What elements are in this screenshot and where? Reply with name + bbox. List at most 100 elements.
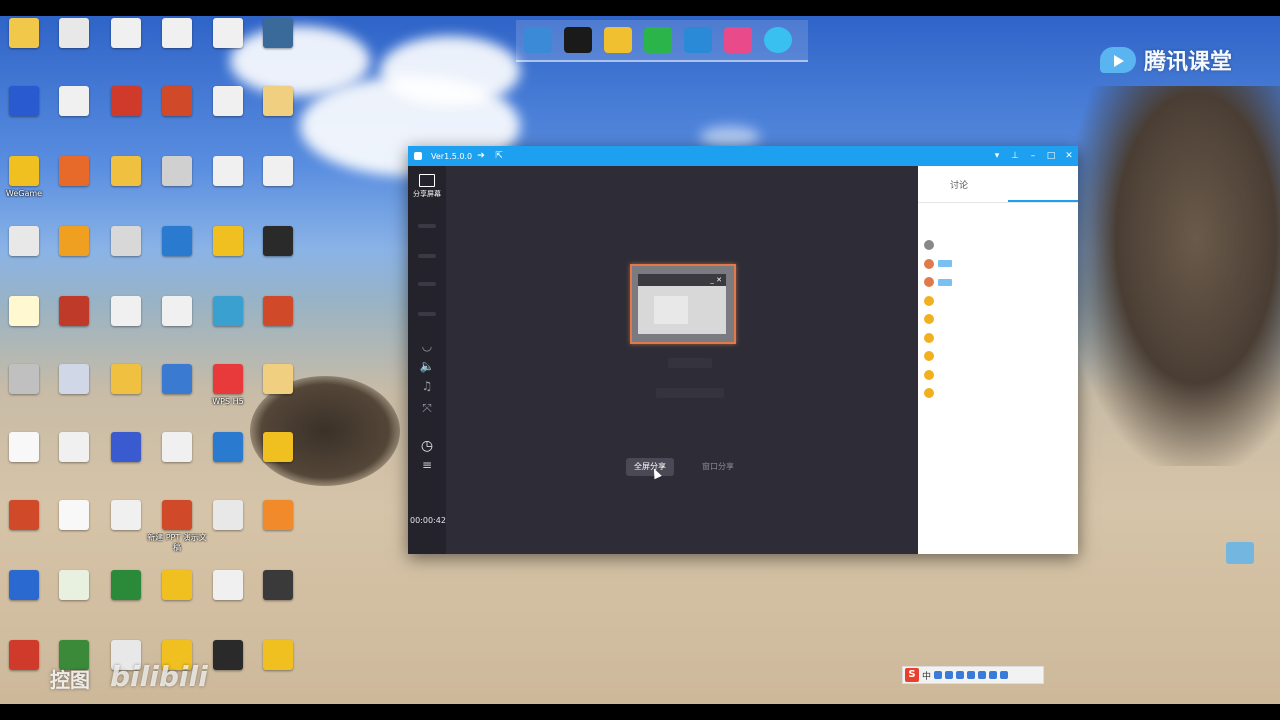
avatar [924,295,934,306]
desktop-icon[interactable] [246,500,310,566]
app-icon [9,432,39,462]
share-screen-icon [419,174,435,187]
settings-icon[interactable] [1000,671,1009,679]
music-icon[interactable]: ♫ [417,376,437,396]
list-item[interactable] [924,366,1074,385]
window-share-button[interactable]: 窗口分享 [694,458,742,476]
fullscreen-share-button[interactable]: 全屏分享 [626,458,674,476]
desktop-icon[interactable] [246,156,310,222]
tab-discussion[interactable]: 讨论 [950,178,968,191]
desktop-icon[interactable] [246,296,310,362]
list-item[interactable] [924,292,1074,311]
computer-icon[interactable] [524,27,552,53]
app-icon [213,640,243,670]
quick-launch-toolbar [516,20,808,62]
app-icon [263,296,293,326]
app-icon [213,226,243,256]
desktop-icon[interactable] [246,18,310,84]
app-icon [111,500,141,530]
browser-icon[interactable] [684,27,712,53]
app-icon [9,364,39,394]
keyboard-icon[interactable] [967,671,976,679]
brand-name: 腾讯课堂 [1144,50,1233,75]
ime-toolbar: S 中 [902,666,1044,684]
app-icon [59,364,89,394]
app-icon [59,432,89,462]
sogou-logo-icon[interactable]: S [905,668,919,682]
chat-tabs: 讨论 [918,166,1078,203]
pin-icon[interactable]: ⊥ [1006,151,1024,161]
list-item[interactable] [924,384,1074,403]
expand-icon[interactable]: ⤧ [417,398,437,418]
list-item[interactable] [924,236,1074,255]
ime-mode[interactable]: 中 [922,669,931,682]
speaker-icon[interactable]: 🔈 [417,356,437,376]
search-icon[interactable] [764,27,792,53]
desktop-icon[interactable] [246,364,310,430]
app-icon [9,86,39,116]
windows-start-icon[interactable] [564,27,592,53]
tencent-classroom-logo: 腾讯课堂 [1100,44,1232,76]
app-icon [9,570,39,600]
avatar [924,277,934,288]
avatar [924,388,934,399]
list-item[interactable] [924,347,1074,366]
forward-icon[interactable]: ➔ [472,151,490,161]
minimize-button[interactable]: – [1024,151,1042,161]
bilibili-watermark: bilibili [110,660,208,693]
cloud [380,36,520,106]
share-screen-button[interactable]: 分享屏幕 [412,174,442,202]
punctuation-icon[interactable] [934,671,943,679]
toolbox-icon[interactable] [989,671,998,679]
app-icon [263,432,293,462]
fullscreen-preview-thumbnail[interactable]: _ ✕ [630,264,736,344]
app-icon [9,500,39,530]
camera-icon[interactable]: ◡ [417,336,437,356]
desktop-icon[interactable] [246,86,310,152]
share-screen-label: 分享屏幕 [413,190,441,198]
desktop-icon[interactable] [246,432,310,498]
list-item[interactable] [924,310,1074,329]
list-item[interactable] [924,255,1074,274]
chevron-down-icon[interactable]: ▾ [988,151,1006,161]
app-icon [213,156,243,186]
desktop-icon[interactable] [246,640,310,706]
disabled-tool [418,312,436,316]
close-button[interactable]: ✕ [1060,151,1078,161]
skin-icon[interactable] [978,671,987,679]
desktop-icon[interactable] [246,226,310,292]
emoji-icon[interactable] [945,671,954,679]
list-item[interactable] [924,273,1074,292]
app-icon [414,152,422,160]
avatar [924,369,934,380]
preview-window-content [654,296,688,324]
desktop-icon[interactable] [246,570,310,636]
member-list [924,236,1074,403]
play-icon [1100,47,1136,73]
app-launcher-icon[interactable] [724,27,752,53]
wechat-icon[interactable] [644,27,672,53]
app-icon [9,226,39,256]
chat-member-panel: 讨论 [918,166,1078,554]
watermark-text: 控图 [50,668,90,692]
app-icon [162,364,192,394]
share-selection-area: _ ✕ 全屏分享 窗口分享 [446,166,918,554]
stopwatch-icon[interactable]: ◷ [417,436,437,456]
tray-app-icon[interactable] [1226,542,1254,564]
app-icon [59,570,89,600]
app-icon [9,18,39,48]
app-icon [263,226,293,256]
tencent-classroom-window: Ver1.5.0.0 ➔ ⇱ ▾ ⊥ – □ ✕ 分享屏幕 ◡ 🔈 ♫ ⤧ ◷ … [408,146,1078,554]
app-icon [162,296,192,326]
app-icon [9,156,39,186]
maximize-button[interactable]: □ [1042,151,1060,161]
preview-window: _ ✕ [638,274,726,334]
app-icon [162,156,192,186]
list-item[interactable] [924,329,1074,348]
mic-icon[interactable] [956,671,965,679]
app-icon [213,18,243,48]
folder-icon[interactable] [604,27,632,53]
app-icon [59,226,89,256]
popout-icon[interactable]: ⇱ [490,151,508,161]
app-icon [59,86,89,116]
